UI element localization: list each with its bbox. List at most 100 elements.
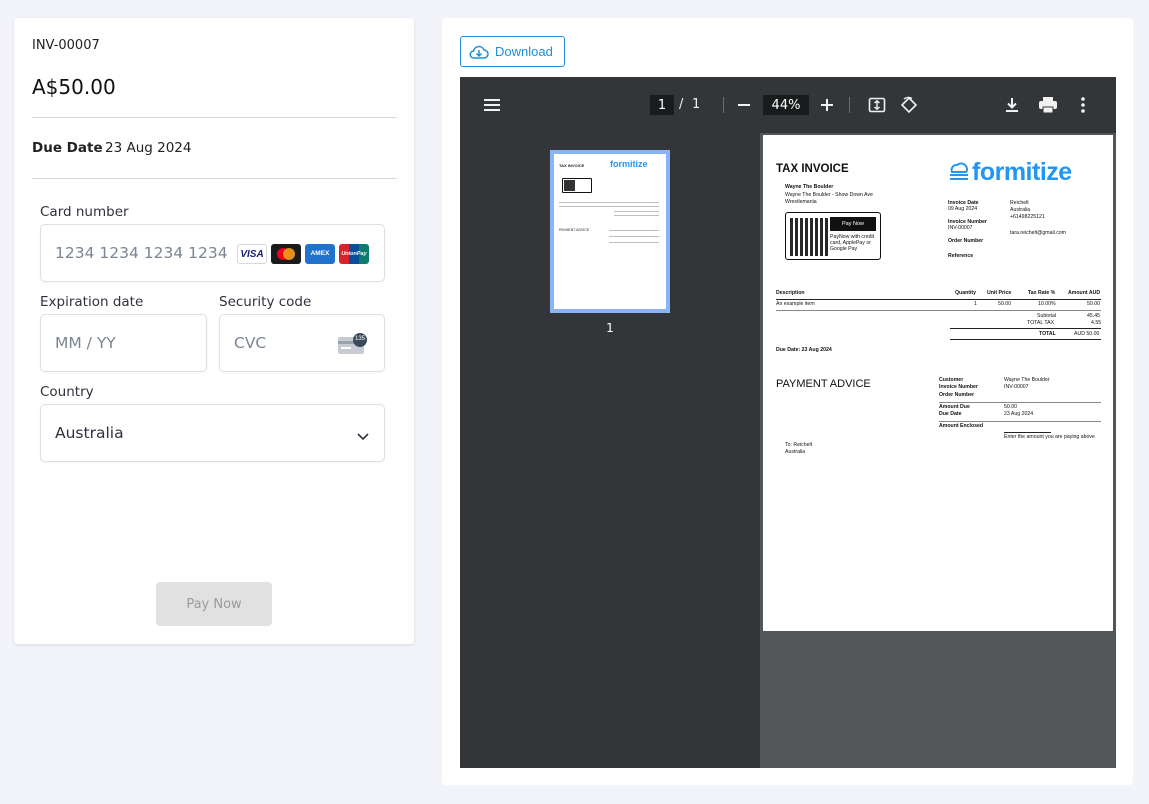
zoom-out-icon[interactable] [736,97,752,117]
expiry-input[interactable]: MM / YY [40,314,207,372]
col-amount: Amount AUD [1068,290,1101,296]
col-tax-rate: Tax Rate % [1028,290,1056,296]
cloud-download-icon [469,45,489,59]
download-icon[interactable] [1004,96,1020,118]
col-unit-price: Unit Price [987,290,1012,296]
page-number-input[interactable]: 1 [650,95,674,115]
pa-due-date-label: Due Date [939,411,962,417]
to-name: Reichelt [1010,200,1029,206]
download-button[interactable]: Download [460,36,565,67]
total-tax-label: TOTAL TAX [1027,320,1055,326]
pa-amount-due-label: Amount Due [939,404,970,410]
doc-invoice-number: INV-00007 [948,225,973,231]
from-address: Wayne The Boulder - Show Down Ave [785,192,873,198]
subtotal-label: Subtotal [1037,313,1057,319]
amex-icon: AMEX [305,244,335,264]
col-quantity: Quantity [955,290,977,296]
pa-enclosed-line [1004,432,1051,433]
due-date-value: 23 Aug 2024 [105,140,192,156]
pa-order-label: Order Number [939,392,975,398]
visa-icon: VISA [237,244,267,264]
reference-label: Reference [948,253,974,259]
invoice-date: 09 Aug 2024 [948,206,978,212]
pa-amount-due: 50.00 [1004,404,1017,410]
country-select[interactable]: Australia [40,404,385,462]
invoice-number: INV-00007 [32,38,100,53]
pa-enclosed-hint: Enter the amount you are paying above [1004,434,1095,440]
total-value: AUD 50.00 [1074,331,1100,337]
item-amount: 50.00 [1087,301,1100,307]
logo-text: formitize [972,158,1072,186]
pa-customer-label: Customer [939,377,964,383]
paynow-mini-button: Pay Now [830,217,876,231]
doc-title: TAX INVOICE [776,163,849,175]
invoice-preview-panel: Download 1 / 1 44% TAX INVOICE formitize… [442,18,1133,785]
invoice-amount: A$50.00 [32,75,116,99]
expiry-placeholder: MM / YY [55,334,116,352]
paynow-text-3: Google Pay [830,246,858,252]
total-tax-value: 4.55 [1091,320,1102,326]
card-number-input[interactable]: 1234 1234 1234 1234 VISA AMEX UnionPay [40,224,385,282]
subtotal-value: 45.45 [1087,313,1100,319]
qr-code-icon [790,218,828,256]
payment-advice-title: PAYMENT ADVICE [776,378,871,390]
pa-rule [939,402,1101,403]
to-line: To: Reichelt [785,442,813,448]
cvc-label: Security code [219,294,312,310]
print-icon[interactable] [1038,96,1058,118]
payment-card: INV-00007 A$50.00 Due Date 23 Aug 2024 C… [14,18,414,644]
page-thumbnail[interactable]: TAX INVOICE formitize PAYMENT ADVICE [550,150,670,313]
zoom-input[interactable]: 44% [763,95,809,115]
totals-rule [950,328,1101,329]
totals-rule [950,339,1101,340]
country-value: Australia [55,424,124,442]
chevron-down-icon [356,426,370,445]
card-number-label: Card number [40,204,129,220]
more-vert-icon[interactable] [1080,96,1086,118]
thumbnail-sidebar: TAX INVOICE formitize PAYMENT ADVICE 1 [460,133,760,768]
pa-due-date: 23 Aug 2024 [1004,411,1034,417]
fit-page-icon[interactable] [868,96,886,118]
cvc-placeholder: CVC [234,334,267,352]
formitize-logo: formitize [948,159,1072,185]
due-date-line: Due Date: 23 Aug 2024 [776,347,832,353]
to-email: tara.reichelt@gmail.com [1010,230,1067,236]
page-separator: / [679,97,684,112]
unionpay-icon: UnionPay [339,244,369,264]
toolbar-divider [849,97,850,113]
cvc-input[interactable]: CVC 135 [219,314,385,372]
table-rule [776,310,1101,311]
card-number-placeholder: 1234 1234 1234 1234 [55,244,228,262]
invoice-page: TAX INVOICE formitize Wayne The Boulder … [763,135,1113,631]
expiry-label: Expiration date [40,294,144,310]
from-city: Wrestlemania [785,199,817,205]
cvc-card-icon: 135 [338,332,368,360]
pdf-viewer: 1 / 1 44% TAX INVOICE formitize PAYMENT … [460,77,1116,768]
pdf-toolbar: 1 / 1 44% [460,77,1116,133]
pa-customer: Wayne The Boulder [1004,377,1050,383]
cvc-badge: 135 [354,336,365,342]
pa-invoice-label: Invoice Number [939,384,978,390]
divider [32,117,397,118]
total-label: TOTAL [1039,331,1056,337]
order-number-label: Order Number [948,238,984,244]
item-quantity: 1 [974,301,977,307]
mastercard-icon [271,244,301,264]
to-country: Australia [1010,207,1031,213]
thumbnail-page-number: 1 [606,321,614,335]
menu-icon[interactable] [483,97,501,116]
pa-enclosed-label: Amount Enclosed [939,423,984,429]
from-name: Wayne The Boulder [785,184,834,190]
table-rule [776,299,1101,300]
to-line-country: Australia [785,449,806,455]
col-description: Description [776,290,805,296]
pay-now-button[interactable]: Pay Now [156,582,272,626]
download-label: Download [495,44,553,59]
zoom-in-icon[interactable] [819,97,835,117]
due-date-label: Due Date [32,140,103,156]
to-phone: +61498225121 [1010,214,1045,220]
pa-invoice: INV-00007 [1004,384,1029,390]
item-description: An example item [776,301,815,307]
page-total: 1 [692,97,701,112]
rotate-icon[interactable] [899,95,919,119]
